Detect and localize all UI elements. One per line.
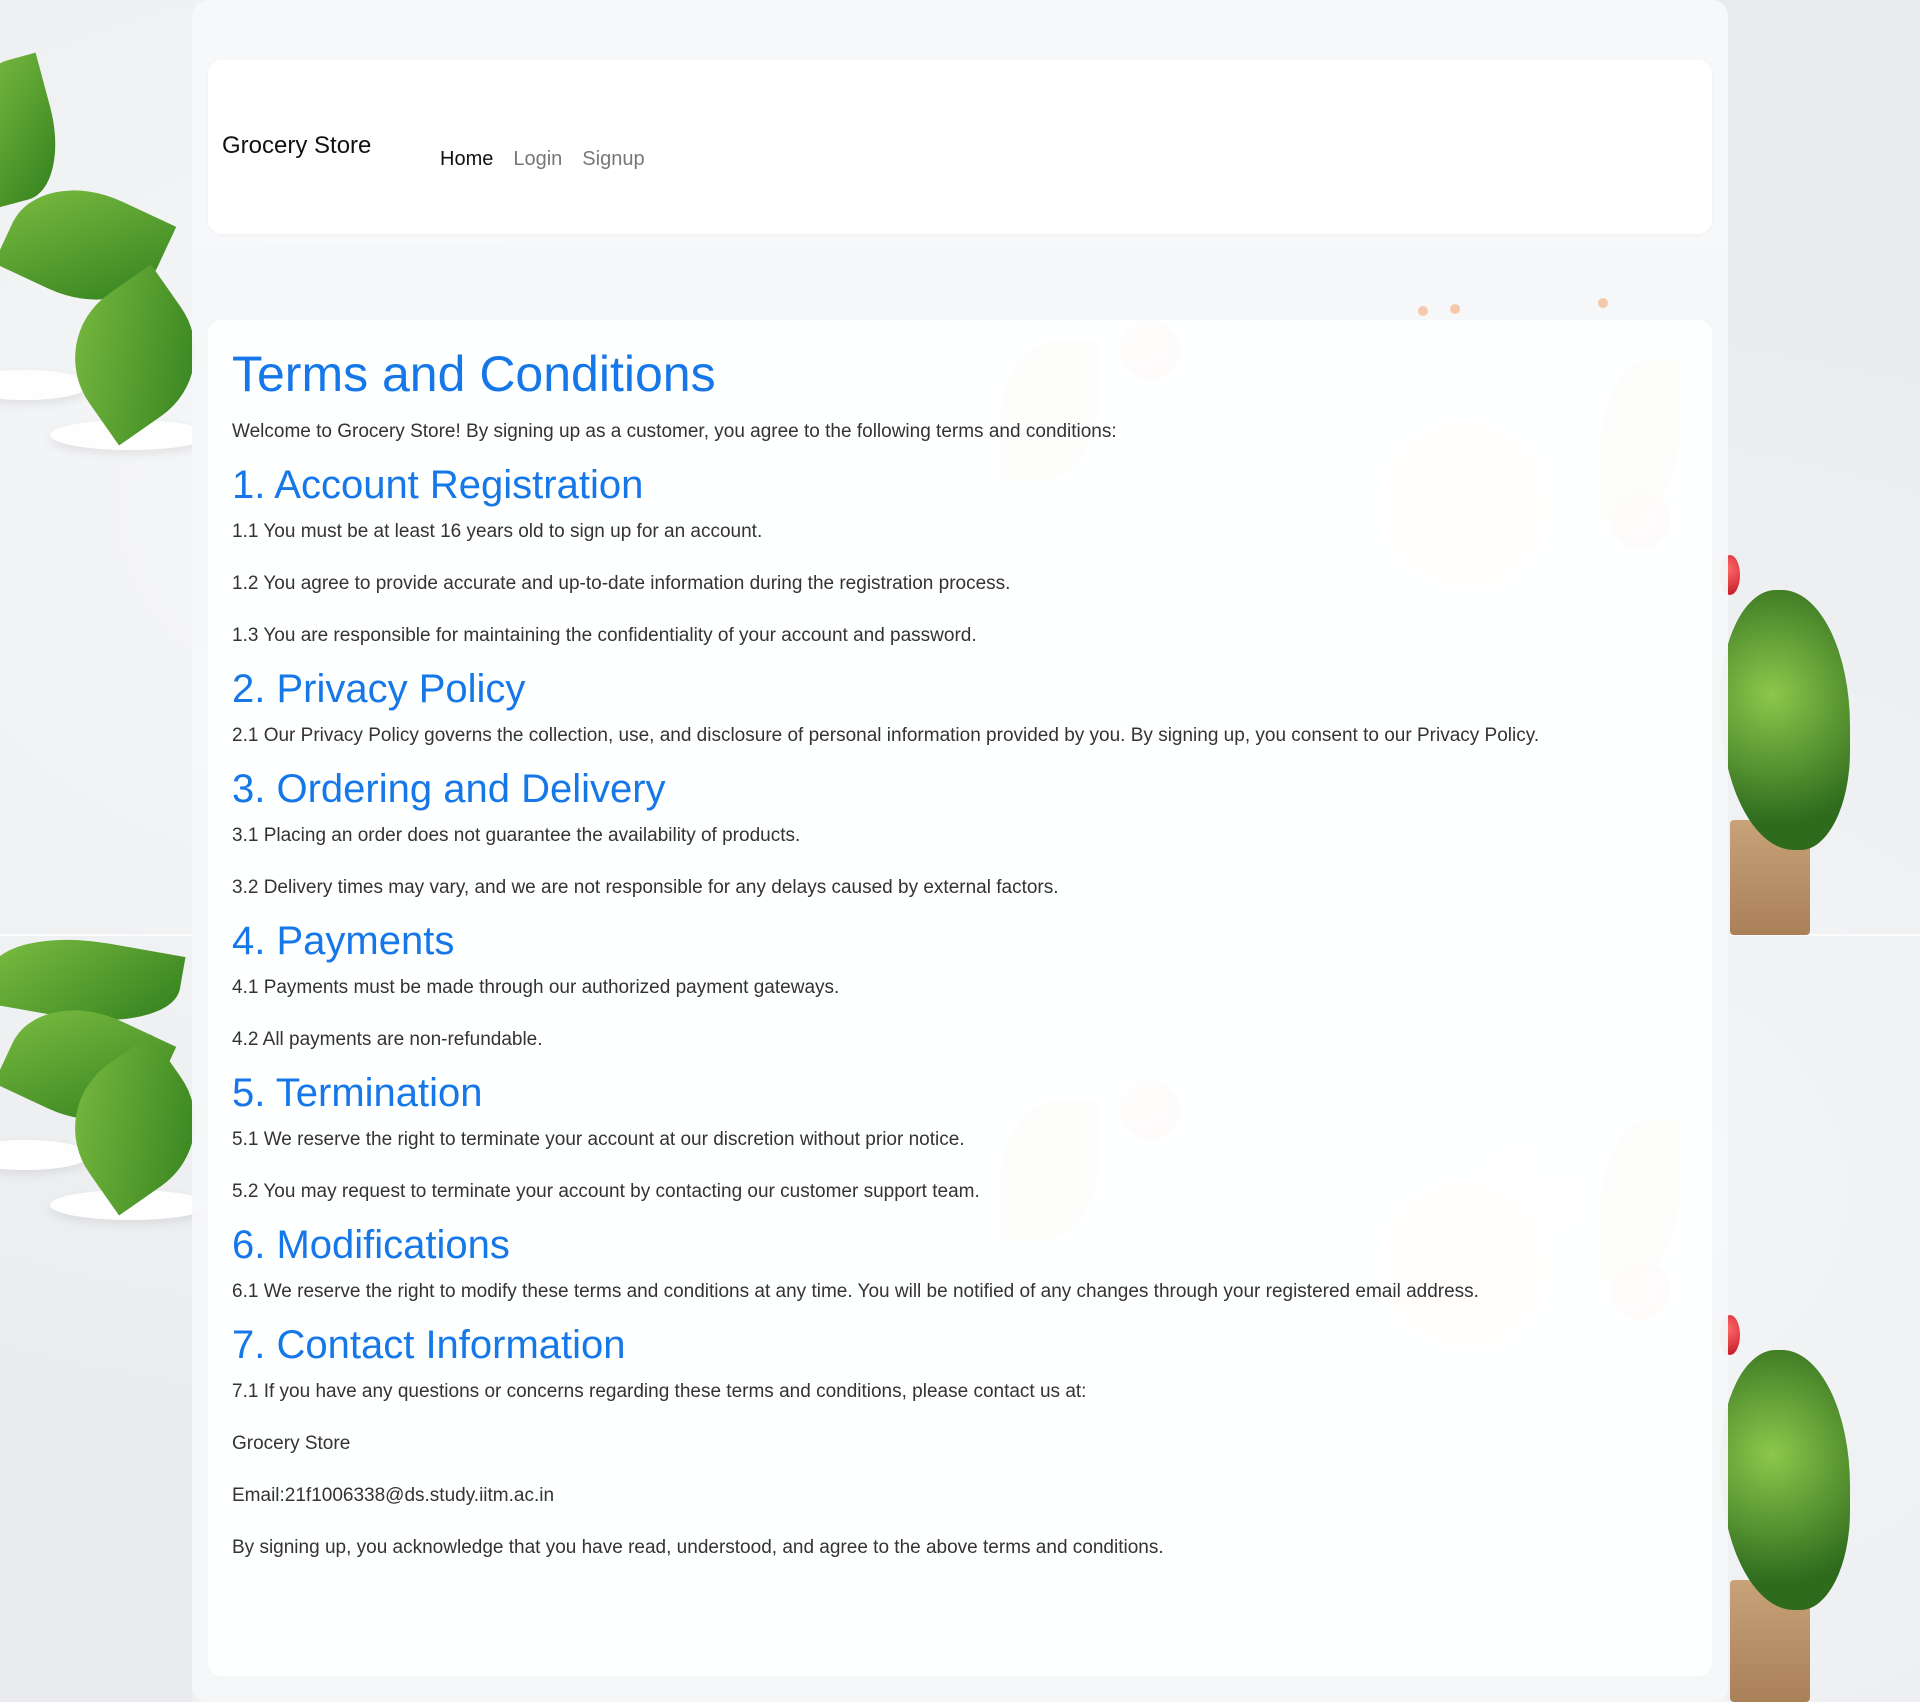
term-item: 3.2 Delivery times may vary, and we are … (232, 877, 1059, 898)
nav-links: Home Login Signup (430, 148, 655, 171)
term-item: 1.2 You agree to provide accurate and up… (232, 573, 1011, 594)
brand-logo[interactable]: Grocery Store (222, 132, 371, 160)
nav-signup-link[interactable]: Signup (572, 148, 654, 171)
term-item: 1.1 You must be at least 16 years old to… (232, 521, 763, 542)
spice-dot (1450, 304, 1460, 314)
section-heading-payments: 4. Payments (232, 919, 455, 963)
acknowledgement-text: By signing up, you acknowledge that you … (232, 1537, 1164, 1558)
term-item: 4.2 All payments are non-refundable. (232, 1029, 543, 1050)
navbar (208, 60, 1712, 234)
nav-login-link[interactable]: Login (503, 148, 572, 171)
term-item: 6.1 We reserve the right to modify these… (232, 1281, 1479, 1302)
section-heading-ordering-delivery: 3. Ordering and Delivery (232, 767, 666, 811)
terms-intro: Welcome to Grocery Store! By signing up … (232, 421, 1117, 442)
spice-dot (1418, 306, 1428, 316)
term-item: 4.1 Payments must be made through our au… (232, 977, 840, 998)
section-heading-account-registration: 1. Account Registration (232, 463, 644, 507)
section-heading-termination: 5. Termination (232, 1071, 483, 1115)
term-item: 5.2 You may request to terminate your ac… (232, 1181, 980, 1202)
section-heading-modifications: 6. Modifications (232, 1223, 510, 1267)
term-item: 2.1 Our Privacy Policy governs the colle… (232, 725, 1540, 746)
section-heading-contact-information: 7. Contact Information (232, 1323, 626, 1367)
term-item: 3.1 Placing an order does not guarantee … (232, 825, 801, 846)
term-item: 7.1 If you have any questions or concern… (232, 1381, 1087, 1402)
contact-email: Email:21f1006338@ds.study.iitm.ac.in (232, 1485, 555, 1506)
term-item: 5.1 We reserve the right to terminate yo… (232, 1129, 965, 1150)
contact-name: Grocery Store (232, 1433, 351, 1454)
section-heading-privacy-policy: 2. Privacy Policy (232, 667, 526, 711)
spice-dot (1598, 298, 1608, 308)
term-item: 1.3 You are responsible for maintaining … (232, 625, 977, 646)
page-title: Terms and Conditions (232, 346, 716, 402)
nav-home-link[interactable]: Home (430, 148, 503, 171)
terms-content: Terms and Conditions Welcome to Grocery … (232, 342, 1692, 1588)
